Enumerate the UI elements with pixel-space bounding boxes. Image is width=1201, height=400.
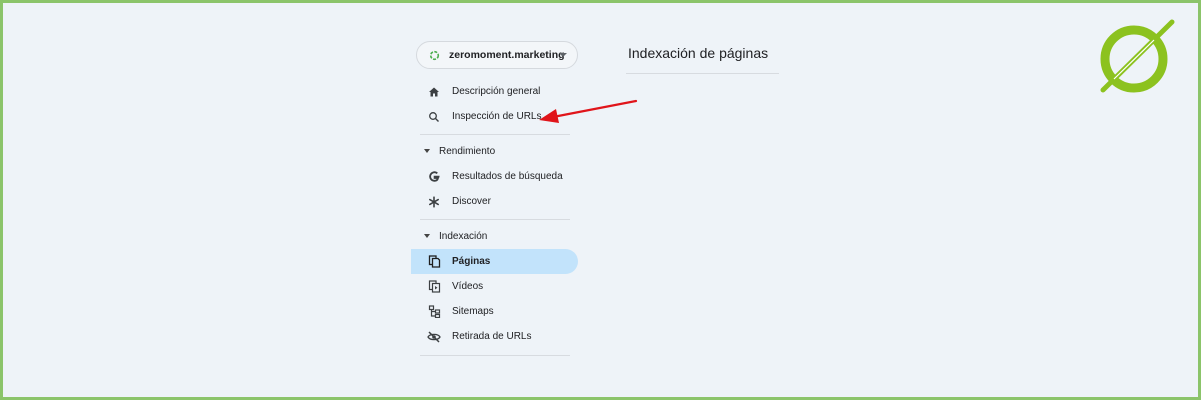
video-page-icon — [427, 280, 441, 294]
sidebar-item-removals[interactable]: Retirada de URLs — [411, 324, 578, 349]
section-label: Indexación — [439, 230, 488, 242]
sidebar-item-label: Retirada de URLs — [452, 331, 532, 342]
sidebar-item-label: Sitemaps — [452, 306, 494, 317]
title-divider — [626, 73, 779, 74]
sidebar-item-label: Descripción general — [452, 86, 541, 97]
image-frame — [0, 0, 1201, 400]
page-title: Indexación de páginas — [628, 45, 769, 61]
annotation-arrow-icon — [539, 99, 638, 123]
section-indexing[interactable]: Indexación — [420, 228, 487, 244]
sidebar-item-videos[interactable]: Vídeos — [411, 274, 578, 299]
caret-down-icon — [424, 234, 430, 238]
chevron-down-icon[interactable] — [559, 53, 567, 57]
sidebar-item-sitemaps[interactable]: Sitemaps — [411, 299, 578, 324]
sitemap-icon — [427, 305, 441, 319]
eye-off-icon — [427, 330, 441, 344]
sidebar-item-label: Vídeos — [452, 281, 484, 292]
divider — [420, 355, 570, 356]
search-icon — [427, 110, 441, 124]
divider — [420, 134, 570, 135]
property-selector[interactable]: zeromoment.marketing — [416, 41, 578, 69]
sidebar-item-pages[interactable]: Páginas — [411, 249, 578, 274]
property-name: zeromoment.marketing — [449, 49, 565, 61]
sidebar-item-discover[interactable]: Discover — [411, 189, 578, 214]
home-icon — [427, 85, 441, 99]
brand-logo-icon — [1100, 19, 1175, 93]
sidebar-item-label: Inspección de URLs — [452, 111, 542, 122]
sidebar-item-label: Discover — [452, 196, 491, 207]
section-performance[interactable]: Rendimiento — [420, 143, 495, 159]
property-icon — [429, 50, 440, 61]
section-label: Rendimiento — [439, 145, 496, 157]
sidebar-item-label: Páginas — [452, 256, 491, 267]
google-g-icon — [427, 170, 441, 184]
caret-down-icon — [424, 149, 430, 153]
sidebar-item-search-results[interactable]: Resultados de búsqueda — [411, 164, 578, 189]
pages-icon — [427, 255, 441, 269]
asterisk-icon — [427, 195, 441, 209]
divider — [420, 219, 570, 220]
sidebar-item-label: Resultados de búsqueda — [452, 171, 563, 182]
